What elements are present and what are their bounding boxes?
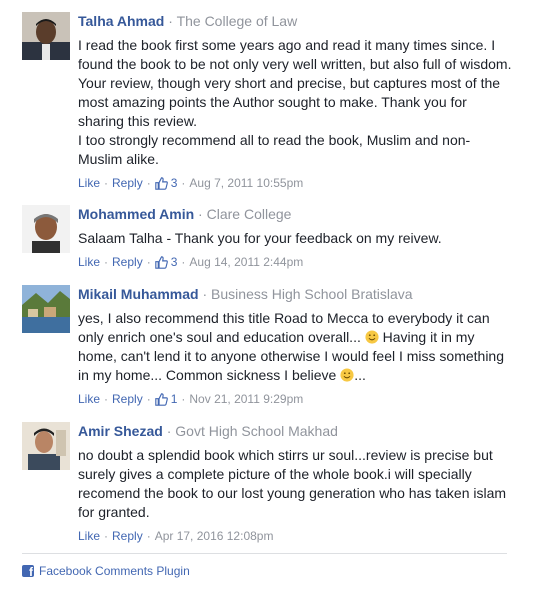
like-count[interactable]: 3 (154, 254, 177, 270)
comment-actions: Like · Reply · 1 · Nov 21, 2011 9:29pm (78, 391, 512, 407)
like-count[interactable]: 3 (154, 175, 177, 191)
comment-timestamp[interactable]: Apr 17, 2016 12:08pm (155, 528, 274, 544)
thumbs-up-icon (154, 176, 168, 190)
comment-timestamp[interactable]: Aug 14, 2011 2:44pm (189, 254, 303, 270)
author-name[interactable]: Mikail Muhammad (78, 286, 199, 302)
author-name[interactable]: Amir Shezad (78, 423, 163, 439)
plugin-label[interactable]: Facebook Comments Plugin (39, 563, 190, 579)
comment-paragraph: Salaam Talha - Thank you for your feedba… (78, 230, 442, 246)
separator: · (146, 176, 151, 190)
comment-paragraph: no doubt a splendid book which stirrs ur… (78, 447, 507, 520)
thumbs-up-icon (154, 392, 168, 406)
comment-header: Amir Shezad · Govt High School Makhad (78, 422, 512, 440)
comment-actions: Like · Reply · 3 · Aug 7, 2011 10:55pm (78, 175, 512, 191)
author-name[interactable]: Talha Ahmad (78, 13, 164, 29)
comment-text: no doubt a splendid book which stirrs ur… (78, 446, 512, 522)
reply-button[interactable]: Reply (112, 175, 143, 191)
comment-header: Talha Ahmad · The College of Law (78, 12, 512, 30)
separator: · (198, 206, 203, 222)
reply-button[interactable]: Reply (112, 391, 143, 407)
separator: · (104, 529, 109, 543)
separator: · (181, 255, 186, 269)
comment-paragraph: I too strongly recommend all to read the… (78, 132, 471, 167)
separator: · (104, 255, 109, 269)
author-name[interactable]: Mohammed Amin (78, 206, 194, 222)
comment-text: Salaam Talha - Thank you for your feedba… (78, 229, 512, 248)
comment-text: I read the book first some years ago and… (78, 36, 512, 169)
avatar[interactable] (22, 205, 70, 253)
author-affiliation: Business High School Bratislava (211, 286, 413, 302)
separator: · (146, 255, 151, 269)
author-affiliation: The College of Law (176, 13, 298, 29)
smiley-emoji-icon (340, 368, 354, 382)
footer-divider (22, 553, 507, 554)
comment-actions: Like · Reply · Apr 17, 2016 12:08pm (78, 528, 512, 544)
comment-paragraph: I read the book first some years ago and… (78, 37, 512, 129)
like-button[interactable]: Like (78, 254, 100, 270)
author-affiliation: Clare College (206, 206, 292, 222)
separator: · (146, 529, 151, 543)
separator: · (181, 176, 186, 190)
avatar[interactable] (22, 285, 70, 333)
author-affiliation: Govt High School Makhad (175, 423, 338, 439)
reply-button[interactable]: Reply (112, 528, 143, 544)
like-count[interactable]: 1 (154, 391, 177, 407)
like-button[interactable]: Like (78, 175, 100, 191)
avatar[interactable] (22, 422, 70, 470)
separator: · (202, 286, 208, 302)
thumbs-up-icon (154, 255, 168, 269)
separator: · (166, 423, 172, 439)
comment-timestamp[interactable]: Aug 7, 2011 10:55pm (189, 175, 303, 191)
reply-button[interactable]: Reply (112, 254, 143, 270)
separator: · (168, 13, 173, 29)
like-button[interactable]: Like (78, 391, 100, 407)
smiley-emoji-icon (365, 330, 379, 344)
comment-header: Mohammed Amin · Clare College (78, 205, 512, 223)
separator: · (146, 392, 151, 406)
separator: · (181, 392, 186, 406)
like-button[interactable]: Like (78, 528, 100, 544)
comment-text: yes, I also recommend this title Road to… (78, 310, 505, 383)
plugin-footer[interactable]: f Facebook Comments Plugin (22, 563, 190, 579)
comment-timestamp[interactable]: Nov 21, 2011 9:29pm (189, 391, 303, 407)
comment-header: Mikail Muhammad · Business High School B… (78, 285, 512, 303)
separator: · (104, 176, 109, 190)
separator: · (104, 392, 109, 406)
comment-actions: Like · Reply · 3 · Aug 14, 2011 2:44pm (78, 254, 512, 270)
avatar[interactable] (22, 12, 70, 60)
facebook-logo-icon: f (22, 565, 34, 577)
